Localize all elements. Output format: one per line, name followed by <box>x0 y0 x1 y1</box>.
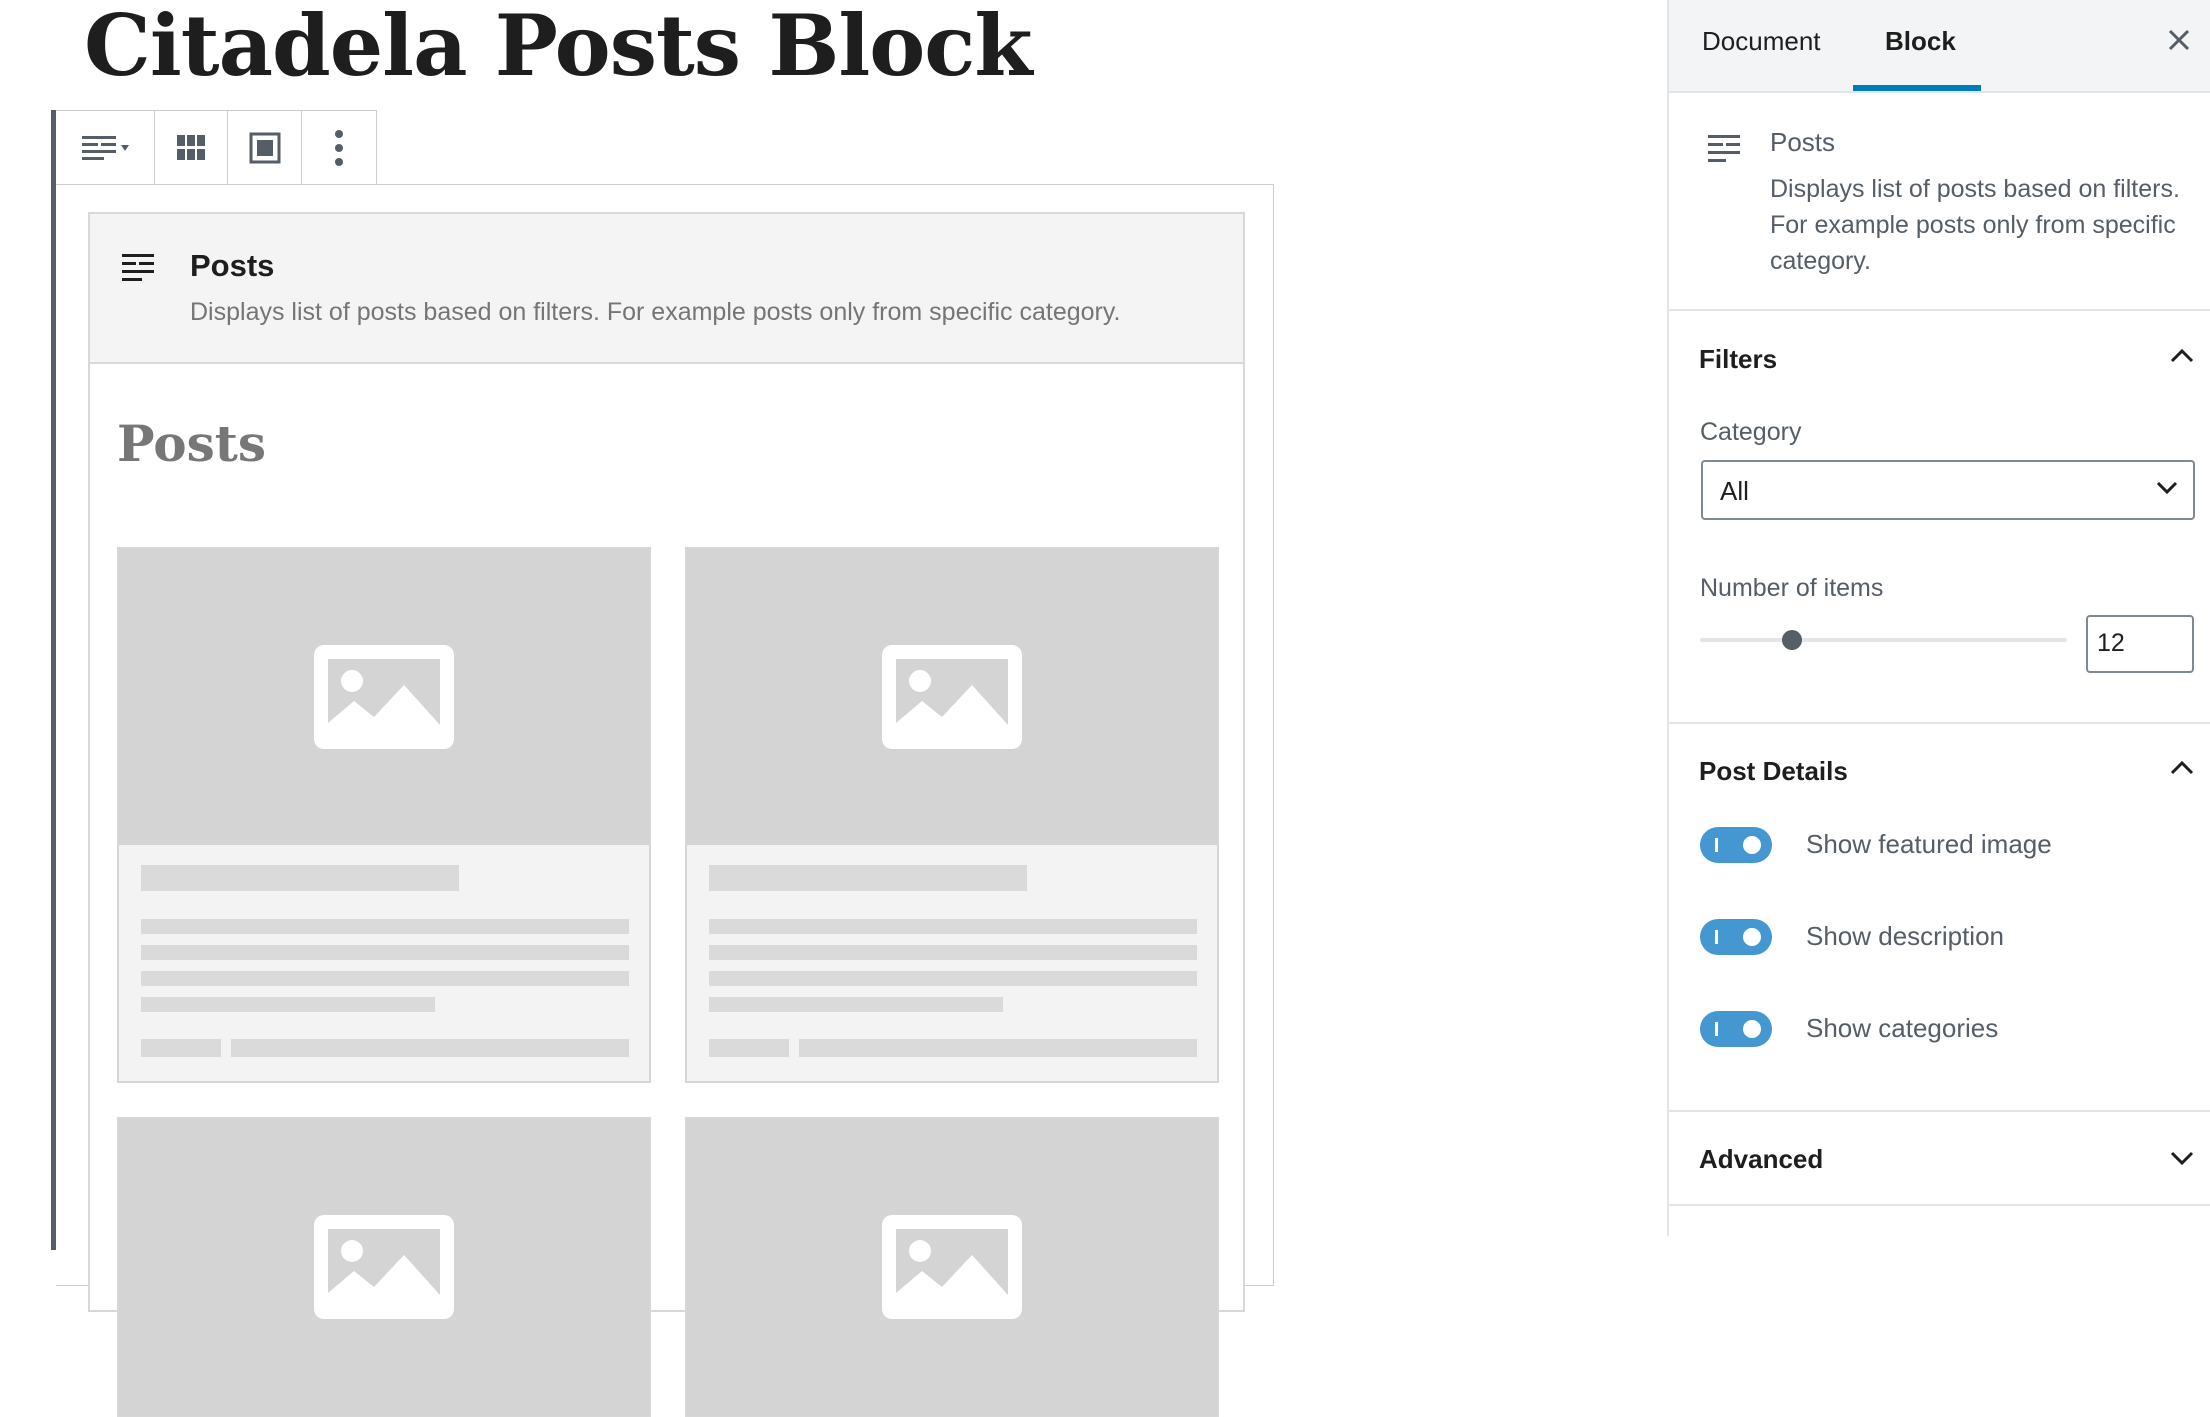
chevron-down-icon <box>2156 481 2178 495</box>
slider-thumb[interactable] <box>1781 630 1802 650</box>
block-toolbar <box>56 110 377 185</box>
number-of-items-input[interactable]: 12 <box>2086 615 2194 673</box>
chevron-up-icon[interactable] <box>2169 348 2195 364</box>
post-text-placeholder <box>687 845 1217 1081</box>
active-tab-indicator <box>1853 85 1981 91</box>
chevron-down-icon[interactable] <box>2169 1150 2195 1166</box>
number-of-items-slider[interactable] <box>1700 630 2067 650</box>
toggle-label: Show categories <box>1806 1013 1999 1043</box>
image-icon <box>314 645 454 749</box>
close-icon <box>2168 29 2190 51</box>
panel-divider <box>1669 1204 2210 1206</box>
grid-icon <box>177 134 206 160</box>
toggle-label: Show featured image <box>1806 829 2052 859</box>
more-options-button[interactable] <box>302 111 376 184</box>
more-vertical-icon <box>335 129 344 166</box>
toggle-switch[interactable] <box>1700 827 1772 863</box>
post-card <box>685 547 1219 1083</box>
posts-list-icon <box>122 254 154 281</box>
panel-divider <box>1669 1110 2210 1112</box>
wide-align-button[interactable] <box>228 111 303 184</box>
post-card <box>117 547 651 1083</box>
placeholder-description: Displays list of posts based on filters.… <box>190 298 1121 326</box>
category-select[interactable]: All <box>1701 460 2195 520</box>
post-details-panel-toggle[interactable]: Post Details <box>1699 756 1848 787</box>
placeholder-header: Posts Displays list of posts based on fi… <box>90 214 1243 364</box>
number-of-items-label: Number of items <box>1700 574 1884 602</box>
image-icon <box>314 1215 454 1319</box>
page-title[interactable]: Citadela Posts Block <box>84 0 1033 95</box>
posts-list-icon <box>81 135 129 160</box>
toggle-switch[interactable] <box>1700 1011 1772 1047</box>
posts-section-heading: Posts <box>117 414 266 473</box>
post-card <box>685 1117 1219 1417</box>
tab-document[interactable]: Document <box>1702 26 1821 57</box>
panel-divider <box>1669 722 2210 724</box>
toggle-switch[interactable] <box>1700 919 1772 955</box>
tab-block[interactable]: Block <box>1885 26 1956 57</box>
posts-list-icon <box>1708 135 1740 162</box>
settings-sidebar: Document Block Posts Displays list of po… <box>1667 0 2210 1236</box>
posts-block-placeholder[interactable]: Posts Displays list of posts based on fi… <box>88 212 1245 1417</box>
post-image-placeholder <box>687 1119 1217 1415</box>
post-image-placeholder <box>119 1119 649 1415</box>
category-select-value: All <box>1720 476 1749 506</box>
image-icon <box>882 645 1022 749</box>
placeholder-title: Posts <box>190 248 275 283</box>
grid-layout-button[interactable] <box>155 111 229 184</box>
block-card-description: Displays list of posts based on filters.… <box>1770 175 2180 275</box>
editor-canvas: Citadela Posts Block Posts Displays list… <box>0 0 1668 1417</box>
category-label: Category <box>1700 418 1802 446</box>
chevron-up-icon[interactable] <box>2169 760 2195 776</box>
post-image-placeholder <box>687 549 1217 845</box>
post-text-placeholder <box>119 845 649 1081</box>
block-type-switcher-button[interactable] <box>56 111 155 184</box>
align-wide-icon <box>249 132 281 163</box>
close-sidebar-button[interactable] <box>2167 24 2191 58</box>
image-icon <box>882 1215 1022 1319</box>
toggle-label: Show description <box>1806 921 2004 951</box>
sidebar-tabs: Document Block <box>1669 0 2210 93</box>
block-card-title: Posts <box>1770 127 1836 157</box>
filters-panel-toggle[interactable]: Filters <box>1699 344 1777 375</box>
post-image-placeholder <box>119 549 649 845</box>
block-card: Posts Displays list of posts based on fi… <box>1669 93 2210 311</box>
advanced-panel-toggle[interactable]: Advanced <box>1699 1144 1823 1175</box>
post-card <box>117 1117 651 1417</box>
